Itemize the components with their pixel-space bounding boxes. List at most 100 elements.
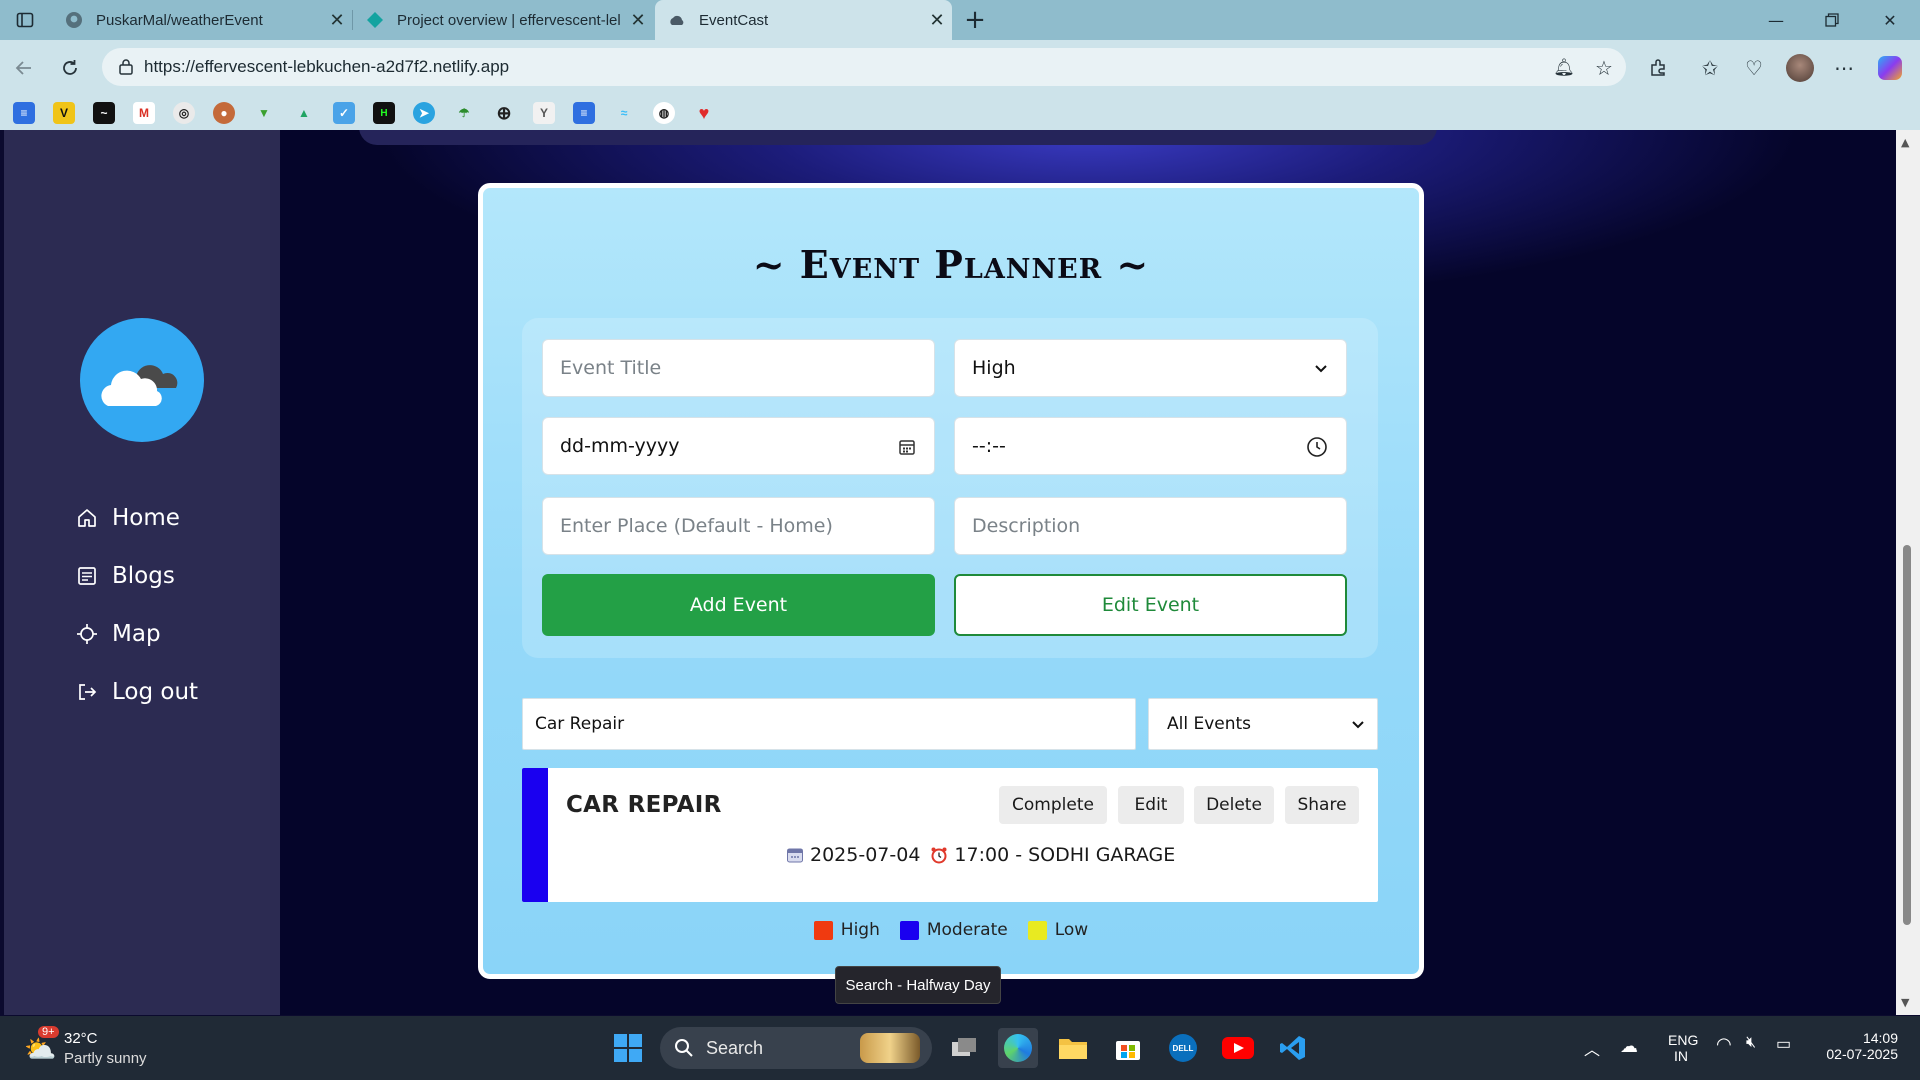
new-tab-icon[interactable]: +: [947, 0, 1003, 40]
edit-event-button[interactable]: Edit Event: [954, 574, 1347, 636]
share-button[interactable]: Share: [1285, 786, 1359, 824]
date-input[interactable]: dd-mm-yyyy: [542, 417, 935, 475]
sidebar-item-label: Home: [112, 505, 180, 531]
sidebar-item-home[interactable]: Home: [74, 498, 180, 538]
event-filter-value: All Events: [1167, 714, 1252, 734]
place-input[interactable]: Enter Place (Default - Home): [542, 497, 935, 555]
store-icon[interactable]: [1108, 1028, 1148, 1068]
description-input[interactable]: Description: [954, 497, 1347, 555]
battery-icon[interactable]: ▭: [1776, 1034, 1791, 1054]
circle-bookmark-icon[interactable]: ◍: [653, 102, 675, 124]
back-icon[interactable]: [6, 50, 42, 86]
wifi-icon[interactable]: ◠: [1716, 1034, 1732, 1055]
drive-bookmark-icon[interactable]: ▲: [293, 102, 315, 124]
description-placeholder: Description: [972, 515, 1081, 537]
check-bookmark-icon[interactable]: ✓: [333, 102, 355, 124]
docs-bookmark-icon[interactable]: ≡: [13, 102, 35, 124]
weather-temp: 32°C: [64, 1030, 98, 1047]
start-icon[interactable]: [608, 1028, 648, 1068]
sidebar-item-blogs[interactable]: Blogs: [74, 556, 175, 596]
time-placeholder: --:--: [972, 435, 1006, 457]
openai-bookmark-icon[interactable]: ◎: [173, 102, 195, 124]
github-icon: [64, 10, 84, 30]
tab-netlify[interactable]: Project overview | effervescent-lel ✕: [353, 0, 653, 40]
close-window-icon[interactable]: ✕: [1862, 0, 1918, 40]
delete-button[interactable]: Delete: [1194, 786, 1274, 824]
priority-select[interactable]: High: [954, 339, 1347, 397]
restore-icon[interactable]: [1804, 0, 1860, 40]
browser-essentials-icon[interactable]: ♡: [1740, 54, 1768, 82]
filter-bookmark-icon[interactable]: Y: [533, 102, 555, 124]
onedrive-icon[interactable]: ☁: [1620, 1036, 1638, 1057]
scroll-thumb[interactable]: [1903, 545, 1911, 925]
download-bookmark-icon[interactable]: ▼: [253, 102, 275, 124]
page-scrollbar[interactable]: ▲ ▼: [1896, 130, 1920, 1015]
calendar-icon[interactable]: [898, 418, 916, 476]
hackerrank-bookmark-icon[interactable]: H: [373, 102, 395, 124]
avatar[interactable]: [1786, 54, 1814, 82]
vscode-icon[interactable]: [1273, 1028, 1313, 1068]
clock-date: 02-07-2025: [1826, 1046, 1898, 1062]
chevron-down-icon: [1351, 715, 1365, 735]
page-viewport: Home Blogs Map Log out ~ Event Planner ~…: [4, 130, 1896, 1015]
gmail-bookmark-icon[interactable]: M: [133, 102, 155, 124]
event-time-place: 17:00 - SODHI GARAGE: [954, 844, 1176, 866]
edit-button[interactable]: Edit: [1118, 786, 1184, 824]
more-menu-icon[interactable]: ⋯: [1830, 54, 1858, 82]
sidebar-item-logout[interactable]: Log out: [74, 672, 198, 712]
clock[interactable]: 14:09 02-07-2025: [1818, 1030, 1898, 1062]
scroll-down-icon[interactable]: ▼: [1901, 996, 1909, 1009]
dell-icon[interactable]: DELL: [1163, 1028, 1203, 1068]
tab-github[interactable]: PuskarMal/weatherEvent ✕: [52, 0, 352, 40]
volume-muted-icon[interactable]: 🔇︎: [1746, 1034, 1756, 1052]
file-explorer-icon[interactable]: [1053, 1028, 1093, 1068]
favorites-icon[interactable]: ✩: [1696, 54, 1724, 82]
copilot-icon[interactable]: [1876, 54, 1904, 82]
event-title-input[interactable]: Event Title: [542, 339, 935, 397]
calendar-icon: [786, 846, 804, 864]
telegram-bookmark-icon[interactable]: ➤: [413, 102, 435, 124]
extensions-icon[interactable]: [1644, 54, 1672, 82]
place-placeholder: Enter Place (Default - Home): [560, 515, 833, 537]
clock-icon[interactable]: [1306, 418, 1328, 476]
leaf-bookmark-icon[interactable]: ☂: [453, 102, 475, 124]
taskbar: ⛅ 9+ 32°C Partly sunny Search DELL ︿ ☁ E…: [0, 1016, 1920, 1080]
url-text: https://effervescent-lebkuchen-a2d7f2.ne…: [144, 57, 510, 76]
task-view-icon[interactable]: [944, 1028, 984, 1068]
wave-bookmark-icon[interactable]: ~: [93, 102, 115, 124]
globe-bookmark-icon[interactable]: ⊕: [493, 102, 515, 124]
minimize-icon[interactable]: —: [1748, 0, 1804, 40]
event-search-input[interactable]: Car Repair: [522, 698, 1136, 750]
legend-swatch: [899, 920, 919, 940]
profile-bookmark-icon[interactable]: ●: [213, 102, 235, 124]
favorite-star-icon[interactable]: ☆: [1590, 54, 1618, 82]
sidebar-item-map[interactable]: Map: [74, 614, 161, 654]
priority-value: High: [972, 357, 1016, 379]
chevron-up-icon[interactable]: ︿: [1584, 1036, 1600, 1060]
close-icon[interactable]: ✕: [322, 10, 352, 31]
reload-icon[interactable]: [52, 50, 88, 86]
youtube-icon[interactable]: [1218, 1028, 1258, 1068]
time-input[interactable]: --:--: [954, 417, 1347, 475]
forms-bookmark-icon[interactable]: ≡: [573, 102, 595, 124]
tab-label: Project overview | effervescent-lel: [397, 11, 621, 29]
tailwind-bookmark-icon[interactable]: ≈: [613, 102, 635, 124]
site-info-icon[interactable]: [108, 58, 144, 76]
weather-widget[interactable]: ⛅ 9+ 32°C Partly sunny: [20, 1026, 190, 1072]
event-filter-select[interactable]: All Events: [1148, 698, 1378, 750]
close-icon[interactable]: ✕: [623, 10, 653, 31]
chevron-down-icon: [1314, 340, 1328, 398]
language-indicator[interactable]: ENG IN: [1668, 1032, 1698, 1064]
scroll-up-icon[interactable]: ▲: [1901, 136, 1909, 149]
notification-bell-icon[interactable]: 🔔︎: [1550, 54, 1578, 82]
add-event-button[interactable]: Add Event: [542, 574, 935, 636]
complete-button[interactable]: Complete: [999, 786, 1107, 824]
tab-eventcast[interactable]: EventCast ✕: [655, 0, 952, 40]
heart-bookmark-icon[interactable]: ♥: [693, 102, 715, 124]
url-input[interactable]: https://effervescent-lebkuchen-a2d7f2.ne…: [102, 48, 1626, 86]
taskbar-search-input[interactable]: Search: [660, 1027, 932, 1069]
event-date: 2025-07-04: [810, 844, 921, 866]
tab-actions-icon[interactable]: [0, 0, 50, 40]
v-bookmark-icon[interactable]: V: [53, 102, 75, 124]
edge-browser-icon[interactable]: [998, 1028, 1038, 1068]
